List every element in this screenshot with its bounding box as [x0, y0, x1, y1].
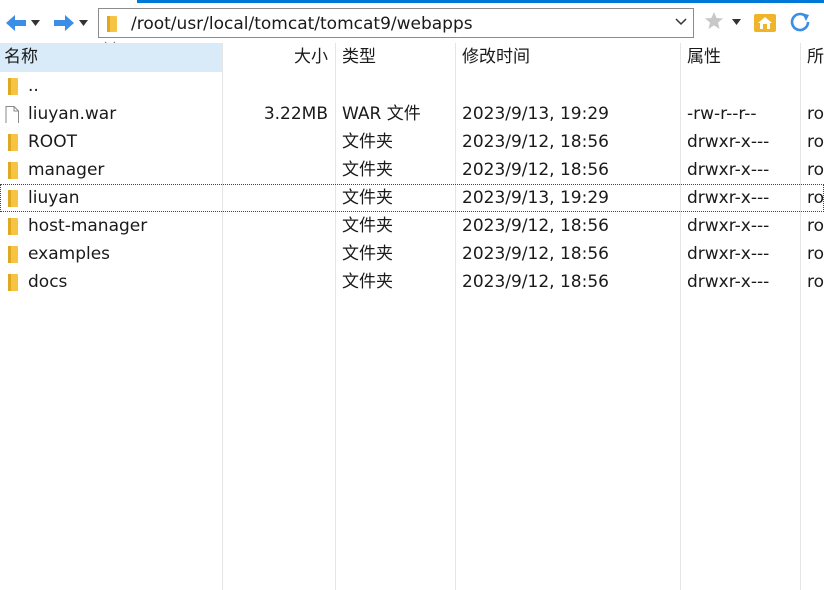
forward-arrow-icon [54, 15, 74, 31]
file-size [223, 184, 334, 212]
file-name: .. [28, 76, 39, 96]
file-name: docs [28, 272, 68, 292]
folder-icon [5, 217, 19, 235]
back-arrow-icon [6, 15, 26, 31]
back-dropdown-icon[interactable] [31, 20, 40, 26]
file-row[interactable]: liuyan.war 3.22MB WAR 文件 2023/9/13, 19:29 -r… [0, 100, 824, 128]
file-name: host-manager [28, 216, 148, 236]
file-type: 文件夹 [342, 216, 393, 236]
file-row[interactable]: ROOT 文件夹 2023/9/12, 18:56 drwxr-x--- ro [0, 128, 824, 156]
file-owner: ro [807, 104, 824, 124]
file-size [223, 72, 334, 100]
file-modified: 2023/9/13, 19:29 [462, 104, 609, 124]
file-size [223, 268, 334, 296]
file-type: 文件夹 [342, 188, 393, 208]
folder-icon [5, 189, 19, 207]
column-header-type[interactable]: 类型 [336, 43, 454, 72]
file-type: 文件夹 [342, 244, 393, 264]
file-owner: ro [807, 216, 824, 236]
file-row[interactable]: manager 文件夹 2023/9/12, 18:56 drwxr-x--- ro [0, 156, 824, 184]
file-owner: ro [807, 160, 824, 180]
file-modified: 2023/9/13, 19:29 [462, 188, 609, 208]
folder-icon [5, 161, 19, 179]
column-header-owner[interactable]: 所 [801, 43, 824, 72]
column-header: 名称 大小 类型 修改时间 属性 所 [0, 43, 824, 72]
file-type: WAR 文件 [342, 104, 421, 124]
file-type: 文件夹 [342, 272, 393, 292]
file-owner: ro [807, 272, 824, 292]
file-size [223, 212, 334, 240]
back-button[interactable] [4, 11, 40, 35]
file-name: ROOT [28, 132, 77, 152]
address-path[interactable]: /root/usr/local/tomcat/tomcat9/webapps [131, 14, 473, 34]
folder-icon [5, 77, 19, 95]
file-owner: ro [807, 188, 824, 208]
file-name: liuyan [28, 188, 80, 208]
file-type [342, 72, 454, 100]
column-header-attributes[interactable]: 属性 [681, 43, 799, 72]
file-size [223, 240, 334, 268]
forward-dropdown-icon[interactable] [79, 20, 88, 26]
file-attributes: drwxr-x--- [687, 160, 770, 180]
file-attributes: drwxr-x--- [687, 216, 770, 236]
column-header-size[interactable]: 大小 [223, 43, 334, 72]
file-row[interactable]: .. [0, 72, 824, 100]
file-type: 文件夹 [342, 160, 393, 180]
file-name: manager [28, 160, 105, 180]
file-modified: 2023/9/12, 18:56 [462, 216, 609, 236]
address-bar[interactable]: /root/usr/local/tomcat/tomcat9/webapps [98, 8, 694, 38]
folder-icon [5, 133, 19, 151]
folder-icon [5, 245, 19, 263]
file-row[interactable]: docs 文件夹 2023/9/12, 18:56 drwxr-x--- ro [0, 268, 824, 296]
file-owner: ro [807, 132, 824, 152]
file-modified: 2023/9/12, 18:56 [462, 160, 609, 180]
bookmark-dropdown-icon[interactable] [732, 19, 741, 25]
file-modified: 2023/9/12, 18:56 [462, 244, 609, 264]
file-size [223, 156, 334, 184]
file-row[interactable]: examples 文件夹 2023/9/12, 18:56 drwxr-x--- ro [0, 240, 824, 268]
file-attributes [687, 72, 799, 100]
file-attributes: drwxr-x--- [687, 132, 770, 152]
file-owner: ro [807, 244, 824, 264]
file-row[interactable]: host-manager 文件夹 2023/9/12, 18:56 drwxr-x--… [0, 212, 824, 240]
file-row[interactable]: liuyan 文件夹 2023/9/13, 19:29 drwxr-x--- ro [0, 184, 824, 212]
file-modified: 2023/9/12, 18:56 [462, 272, 609, 292]
column-header-modified[interactable]: 修改时间 [456, 43, 679, 72]
file-owner [807, 72, 824, 100]
refresh-icon[interactable] [789, 11, 813, 33]
file-modified: 2023/9/12, 18:56 [462, 132, 609, 152]
file-name: liuyan.war [28, 104, 117, 124]
forward-button[interactable] [52, 11, 88, 35]
column-header-name[interactable]: 名称 [0, 43, 222, 72]
star-icon[interactable] [704, 11, 724, 31]
file-size: 3.22MB [263, 104, 328, 124]
file-size [223, 128, 334, 156]
chevron-down-icon[interactable] [675, 18, 687, 26]
file-attributes: -rw-r--r-- [687, 104, 757, 124]
folder-icon [107, 16, 117, 32]
home-icon[interactable] [753, 11, 777, 33]
file-icon [5, 105, 19, 123]
file-name: examples [28, 244, 111, 264]
file-attributes: drwxr-x--- [687, 188, 770, 208]
file-modified [462, 72, 678, 100]
file-attributes: drwxr-x--- [687, 244, 770, 264]
folder-icon [5, 273, 19, 291]
toolbar: /root/usr/local/tomcat/tomcat9/webapps [0, 3, 824, 43]
file-type: 文件夹 [342, 132, 393, 152]
file-attributes: drwxr-x--- [687, 272, 770, 292]
